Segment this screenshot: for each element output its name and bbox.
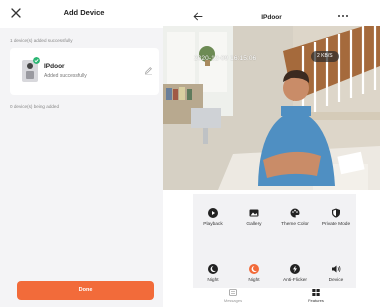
- video-timestamp: 2020-12-09 16:15:06: [194, 55, 257, 62]
- night-label: Night: [207, 278, 219, 283]
- private-mode-button[interactable]: Private Mode: [316, 208, 356, 228]
- gallery-icon: [249, 209, 259, 217]
- playback-label: Playback: [203, 222, 223, 227]
- bitrate-badge: 2 KB/S: [311, 51, 339, 62]
- night-button[interactable]: Night: [193, 264, 233, 284]
- device-button[interactable]: Device: [316, 264, 356, 284]
- bottom-tab-bar: Messages Features: [193, 288, 356, 307]
- anti-flicker-button[interactable]: Anti-Flicker: [275, 264, 315, 284]
- speaker-icon: [332, 265, 341, 273]
- theme-color-label: Theme Color: [281, 222, 309, 227]
- more-options-icon[interactable]: [337, 13, 349, 19]
- video-frame-image: [163, 26, 380, 190]
- done-button[interactable]: Done: [17, 281, 154, 300]
- theme-color-button[interactable]: Theme Color: [275, 208, 315, 228]
- moon-icon: [208, 264, 218, 274]
- tab-messages[interactable]: Messages: [208, 289, 258, 303]
- playback-button[interactable]: Playback: [193, 208, 233, 228]
- being-added-section-label: 0 device(s) being added: [10, 104, 60, 109]
- device-card[interactable]: IPdoor Added successfully: [10, 48, 159, 95]
- night-mode-icon: [249, 264, 259, 274]
- anti-flicker-label: Anti-Flicker: [283, 278, 307, 283]
- shield-icon: [332, 208, 340, 218]
- add-device-header: Add Device: [0, 0, 168, 28]
- added-section-label: 1 device(s) added successfully: [10, 38, 73, 43]
- feature-grid: Playback Gallery Theme Color Private Mod…: [193, 194, 356, 288]
- device-status: Added successfully: [44, 73, 87, 79]
- gallery-button[interactable]: Gallery: [234, 208, 274, 228]
- messages-icon: [229, 289, 237, 296]
- edit-pencil-icon[interactable]: [144, 66, 153, 75]
- playback-icon: [208, 208, 218, 218]
- success-check-icon: [33, 57, 40, 64]
- private-mode-label: Private Mode: [321, 222, 351, 227]
- device-label: Device: [328, 278, 344, 283]
- page-title: Add Device: [63, 8, 105, 17]
- features-icon: [312, 289, 320, 296]
- gallery-label: Gallery: [246, 222, 262, 227]
- live-video-feed[interactable]: 2020-12-09 16:15:06 2 KB/S: [163, 26, 380, 190]
- camera-screen: IPdoor 2020-12-09 16:15:06 2 KB/S Playba…: [163, 0, 380, 307]
- anti-flicker-icon: [290, 264, 300, 274]
- night-mode-button[interactable]: Night: [234, 264, 274, 284]
- tab-features[interactable]: Features: [291, 289, 341, 303]
- tab-messages-label: Messages: [223, 298, 243, 303]
- add-device-screen: Add Device 1 device(s) added successfull…: [0, 0, 168, 307]
- night-mode-label: Night: [248, 278, 260, 283]
- camera-header: IPdoor: [163, 0, 380, 26]
- tab-features-label: Features: [308, 298, 324, 303]
- palette-icon: [290, 208, 300, 218]
- device-name: IPdoor: [44, 63, 65, 70]
